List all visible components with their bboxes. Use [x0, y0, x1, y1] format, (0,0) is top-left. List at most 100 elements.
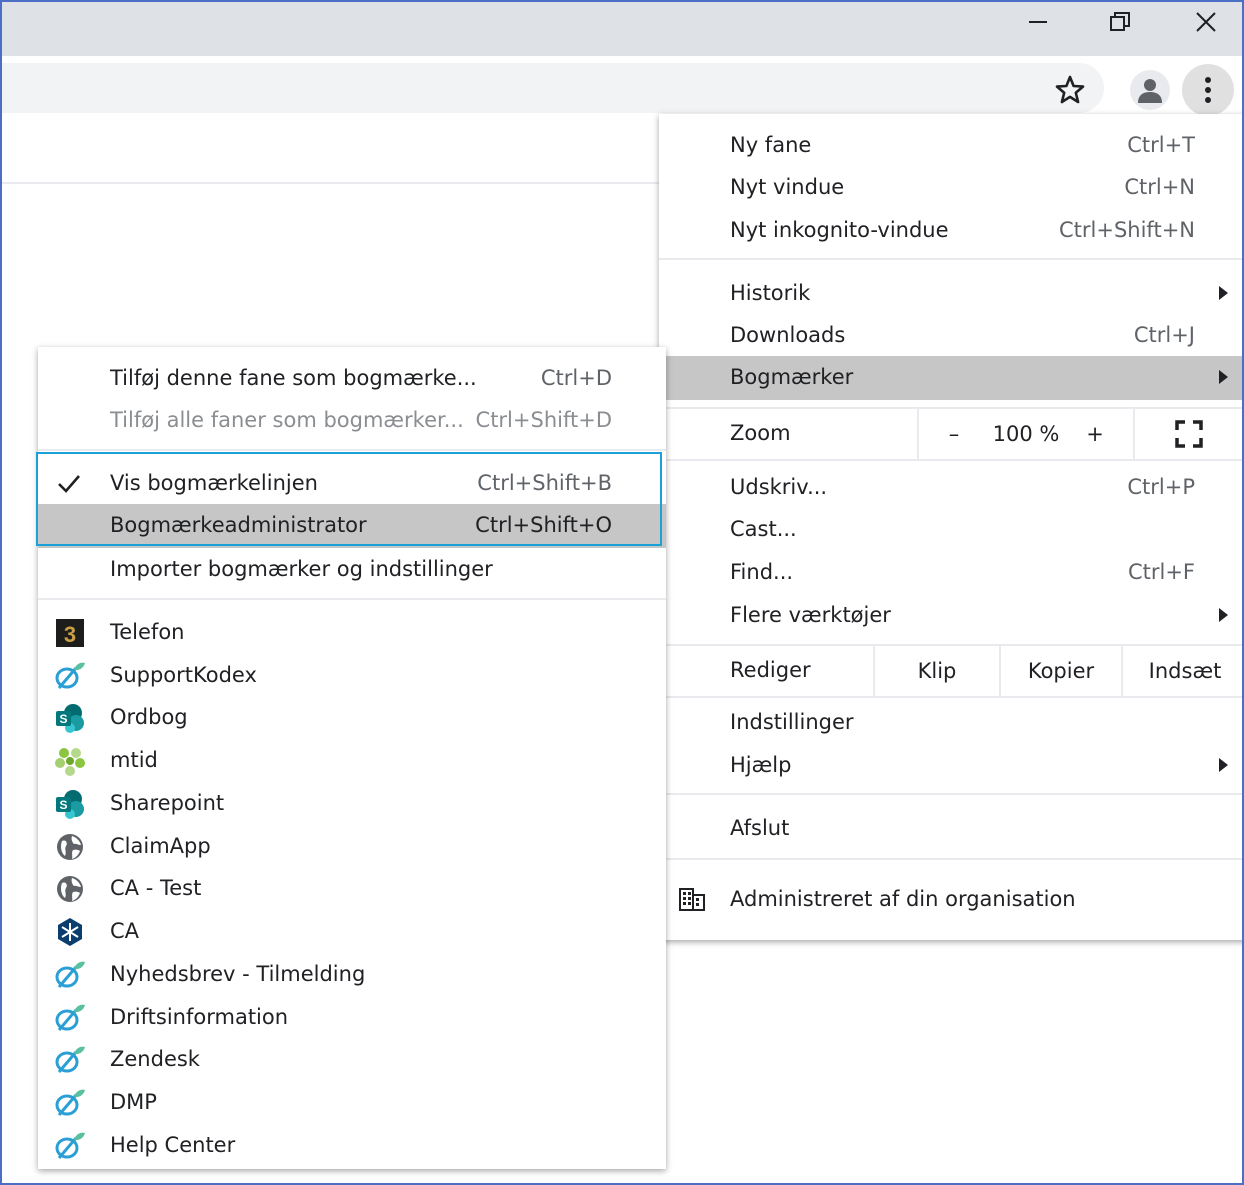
bookmark-item[interactable]: 3 Telefon	[38, 611, 666, 653]
menu-item-print[interactable]: Udskriv... Ctrl+P	[659, 466, 1242, 508]
bookmark-item[interactable]: Ordbog	[38, 696, 666, 738]
menu-item-label: Cast...	[730, 517, 797, 541]
menu-item-cast[interactable]: Cast...	[659, 508, 1242, 550]
menu-item-new-window[interactable]: Nyt vindue Ctrl+N	[659, 166, 1242, 208]
zoom-in-button[interactable]: +	[1073, 409, 1117, 459]
paste-button[interactable]: Indsæt	[1123, 646, 1242, 696]
submenu-arrow-icon	[1219, 758, 1228, 772]
menu-item-label: Hjælp	[730, 753, 792, 777]
menu-item-shortcut: Ctrl+J	[1133, 323, 1195, 347]
menu-item-label: Bogmærkeadministrator	[110, 513, 367, 537]
menu-item-shortcut: Ctrl+P	[1127, 475, 1195, 499]
bookmark-item[interactable]: SupportKodex	[38, 654, 666, 696]
menu-item-label: Tilføj alle faner som bogmærker...	[110, 408, 464, 432]
menu-item-shortcut: Ctrl+T	[1127, 133, 1195, 157]
bookmark-label: SupportKodex	[110, 663, 257, 687]
menu-item-label: Ny fane	[730, 133, 812, 157]
bookmark-item[interactable]: Driftsinformation	[38, 996, 666, 1038]
sharepoint-icon	[54, 702, 86, 734]
bookmark-label: ClaimApp	[110, 834, 211, 858]
bookmarks-bar-divider	[2, 182, 662, 184]
menu-item-show-bookmarks-bar[interactable]: Vis bogmærkelinjen Ctrl+Shift+B	[38, 462, 666, 504]
bookmark-item[interactable]: CA - Test	[38, 867, 666, 909]
ring-leaf-icon	[54, 1044, 86, 1076]
more-vert-icon[interactable]	[1182, 64, 1234, 116]
menu-item-label: Afslut	[730, 816, 790, 840]
menu-item-import-bookmarks[interactable]: Importer bogmærker og indstillinger	[38, 548, 666, 590]
bookmark-item[interactable]: mtid	[38, 739, 666, 781]
menu-item-more-tools[interactable]: Flere værktøjer	[659, 594, 1242, 636]
managed-by-org[interactable]: Administreret af din organisation	[659, 878, 1242, 920]
restore-icon[interactable]	[1080, 2, 1160, 42]
bookmark-item[interactable]: Help Center	[38, 1124, 666, 1166]
browser-window: Ny fane Ctrl+T Nyt vindue Ctrl+N Nyt ink…	[0, 0, 1244, 1185]
zoom-label: Zoom	[730, 421, 791, 445]
profile-icon[interactable]	[1130, 70, 1170, 110]
checkmark-icon	[58, 475, 80, 493]
zoom-row: Zoom – 100 % +	[659, 409, 1242, 459]
bookmark-label: Sharepoint	[110, 791, 225, 815]
zoom-out-button[interactable]: –	[929, 409, 979, 459]
star-icon[interactable]	[1054, 74, 1086, 106]
green-cluster-icon	[55, 748, 85, 776]
bookmark-item[interactable]: Nyhedsbrev - Tilmelding	[38, 953, 666, 995]
menu-item-add-bookmark[interactable]: Tilføj denne fane som bogmærke... Ctrl+D	[38, 357, 666, 399]
menu-item-shortcut: Ctrl+Shift+B	[477, 471, 612, 495]
bookmark-item[interactable]: ClaimApp	[38, 825, 666, 867]
menu-item-shortcut: Ctrl+Shift+N	[1059, 218, 1195, 242]
menu-item-settings[interactable]: Indstillinger	[659, 701, 1242, 743]
managed-label: Administreret af din organisation	[730, 887, 1076, 911]
zoom-value: 100 %	[992, 422, 1060, 446]
menu-item-label: Flere værktøjer	[730, 603, 891, 627]
edit-row: Rediger Klip Kopier Indsæt	[659, 646, 1242, 696]
bookmark-label: CA - Test	[110, 876, 202, 900]
bookmark-item[interactable]: DMP	[38, 1081, 666, 1123]
snowflake-icon	[58, 918, 82, 946]
menu-item-shortcut: Ctrl+Shift+O	[475, 513, 612, 537]
cut-button[interactable]: Klip	[875, 646, 999, 696]
zoom-divider	[1133, 409, 1135, 459]
submenu-arrow-icon	[1219, 370, 1228, 384]
menu-item-downloads[interactable]: Downloads Ctrl+J	[659, 314, 1242, 356]
toolbar	[2, 56, 1242, 118]
menu-item-shortcut: Ctrl+Shift+D	[475, 408, 612, 432]
menu-item-shortcut: Ctrl+D	[540, 366, 612, 390]
menu-item-label: Historik	[730, 281, 811, 305]
address-bar[interactable]	[2, 63, 1104, 113]
menu-item-new-incognito[interactable]: Nyt inkognito-vindue Ctrl+Shift+N	[659, 209, 1242, 251]
menu-divider	[659, 459, 1242, 461]
minimize-icon[interactable]	[998, 2, 1078, 42]
building-icon	[679, 888, 705, 911]
menu-item-add-all-bookmarks: Tilføj alle faner som bogmærker... Ctrl+…	[38, 399, 666, 441]
globe-icon	[54, 873, 86, 905]
bookmark-label: Ordbog	[110, 705, 188, 729]
menu-divider	[659, 858, 1242, 860]
submenu-arrow-icon	[1219, 286, 1228, 300]
bookmark-label: Zendesk	[110, 1047, 200, 1071]
close-icon[interactable]	[1166, 2, 1242, 42]
menu-item-bookmarks[interactable]: Bogmærker	[659, 356, 1242, 400]
copy-button[interactable]: Kopier	[1001, 646, 1121, 696]
menu-item-label: Nyt vindue	[730, 175, 845, 199]
title-bar	[2, 2, 1242, 56]
menu-item-label: Tilføj denne fane som bogmærke...	[110, 366, 477, 390]
menu-item-find[interactable]: Find... Ctrl+F	[659, 551, 1242, 593]
menu-divider	[38, 449, 666, 451]
bookmark-label: Telefon	[110, 620, 185, 644]
ring-leaf-icon	[54, 1087, 86, 1119]
menu-item-shortcut: Ctrl+F	[1127, 560, 1195, 584]
bookmarks-submenu: Tilføj denne fane som bogmærke... Ctrl+D…	[38, 347, 666, 1169]
menu-item-label: Indstillinger	[730, 710, 854, 734]
menu-item-exit[interactable]: Afslut	[659, 807, 1242, 849]
menu-item-new-tab[interactable]: Ny fane Ctrl+T	[659, 124, 1242, 166]
edit-label: Rediger	[730, 658, 811, 682]
menu-item-history[interactable]: Historik	[659, 272, 1242, 314]
bookmark-label: Driftsinformation	[110, 1005, 289, 1029]
bookmark-item[interactable]: Zendesk	[38, 1038, 666, 1080]
menu-item-bookmark-manager[interactable]: Bogmærkeadministrator Ctrl+Shift+O	[38, 504, 666, 548]
menu-item-shortcut: Ctrl+N	[1124, 175, 1195, 199]
bookmark-item[interactable]: Sharepoint	[38, 782, 666, 824]
fullscreen-icon[interactable]	[1159, 409, 1219, 459]
menu-item-help[interactable]: Hjælp	[659, 744, 1242, 786]
bookmark-item[interactable]: CA	[38, 910, 666, 952]
